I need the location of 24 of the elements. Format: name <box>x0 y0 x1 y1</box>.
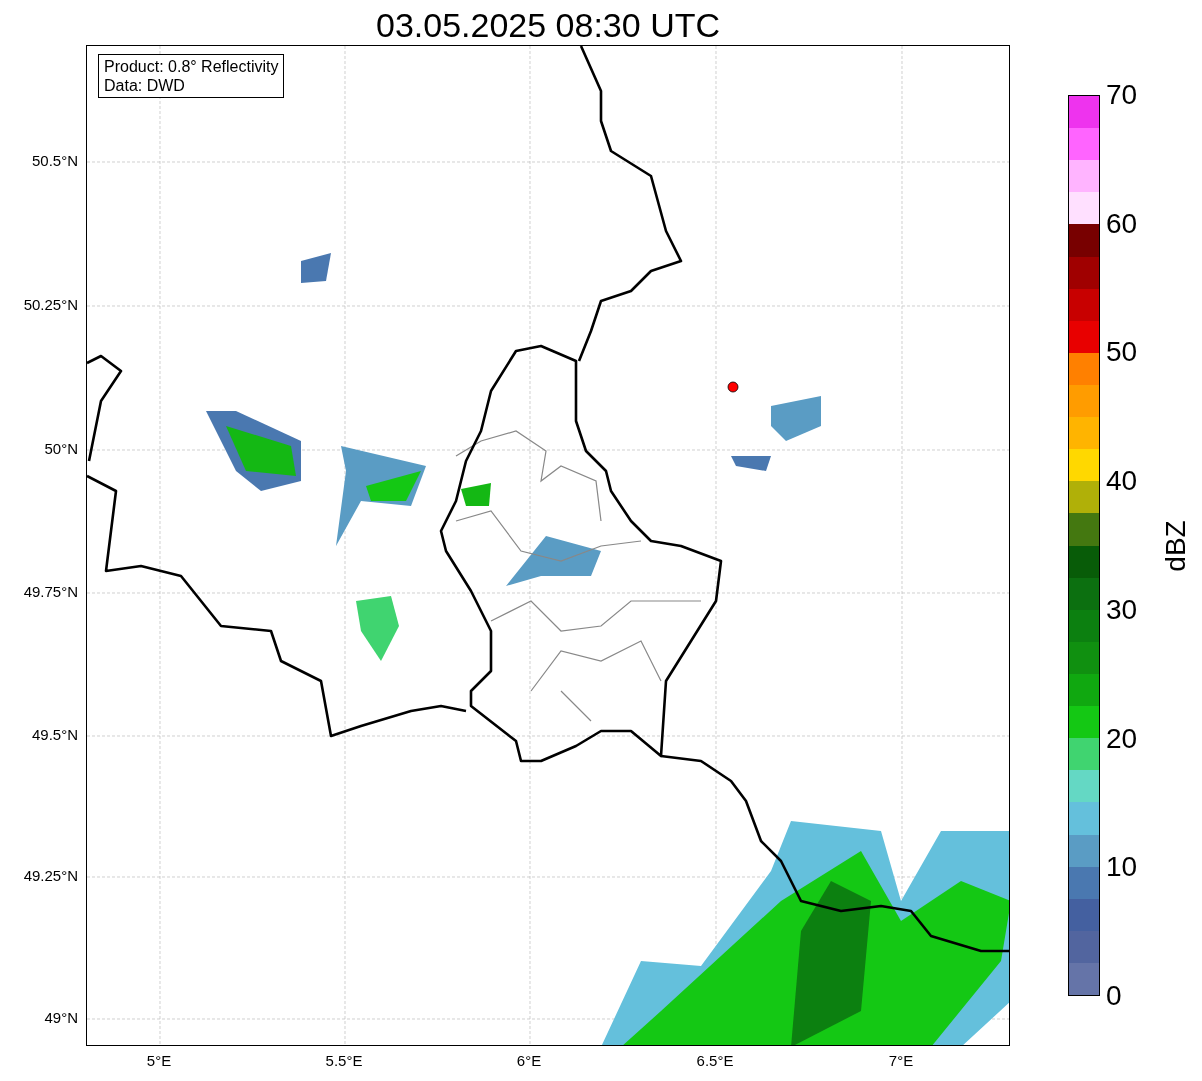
info-text: Product: 0.8° Reflectivity <box>104 57 279 76</box>
latitude-label: 50°N <box>44 440 78 458</box>
chart-title: 03.05.2025 08:30 UTC <box>376 5 720 45</box>
longitude-label: 6.5°E <box>696 1052 734 1070</box>
latitude-label: 50.25°N <box>23 296 78 314</box>
latitude-label: 49.25°N <box>23 867 78 885</box>
colorbar-tick-label: 10 <box>1106 851 1138 884</box>
latitude-label: 49°N <box>44 1009 78 1027</box>
latitude-label: 49.75°N <box>23 583 78 601</box>
colorbar-tick-label: 50 <box>1106 336 1138 369</box>
colorbar-tick-label: 40 <box>1106 465 1138 498</box>
longitude-label: 6°E <box>516 1052 542 1070</box>
longitude-label: 5°E <box>146 1052 172 1070</box>
longitude-label: 7°E <box>888 1052 914 1070</box>
longitude-label: 5.5°E <box>325 1052 363 1070</box>
colorbar-label: dBZ <box>1159 519 1192 572</box>
colorbar-tick-label: 70 <box>1106 79 1138 111</box>
colorbar-tick-label: 60 <box>1106 207 1138 240</box>
colorbar-tick-label: 30 <box>1106 593 1138 626</box>
colorbar-tick-label: 20 <box>1106 722 1138 755</box>
latitude-label: 49.5°N <box>31 726 78 744</box>
latitude-label: 50.5°N <box>31 152 78 170</box>
info-text: Data: DWD <box>104 76 186 95</box>
colorbar-tick-label: 0 <box>1106 980 1122 1012</box>
